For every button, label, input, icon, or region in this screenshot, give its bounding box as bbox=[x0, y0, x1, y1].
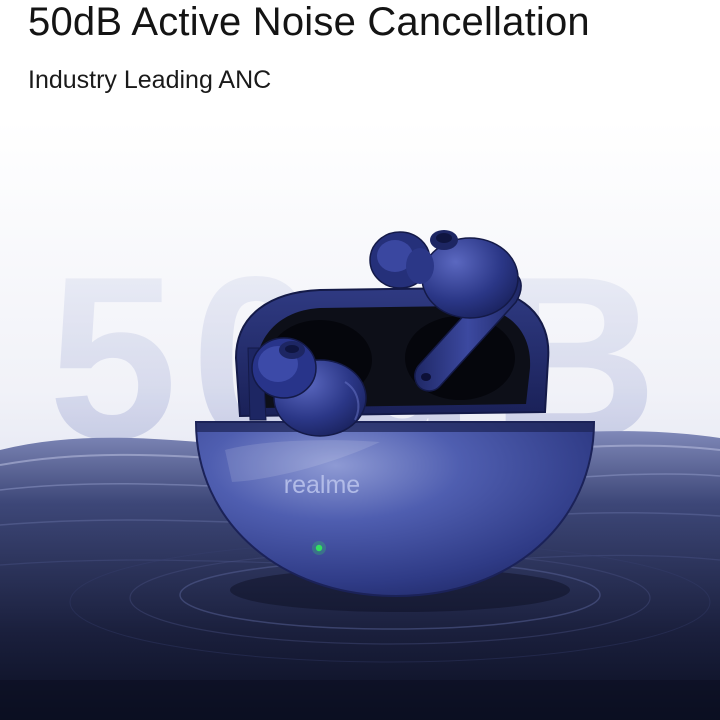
case-brand-logo: realme bbox=[284, 471, 360, 499]
subheadline: Industry Leading ANC bbox=[28, 66, 272, 94]
product-hero-image: 50dB realme bbox=[0, 120, 720, 720]
headline: 50dB Active Noise Cancellation bbox=[28, 0, 590, 44]
